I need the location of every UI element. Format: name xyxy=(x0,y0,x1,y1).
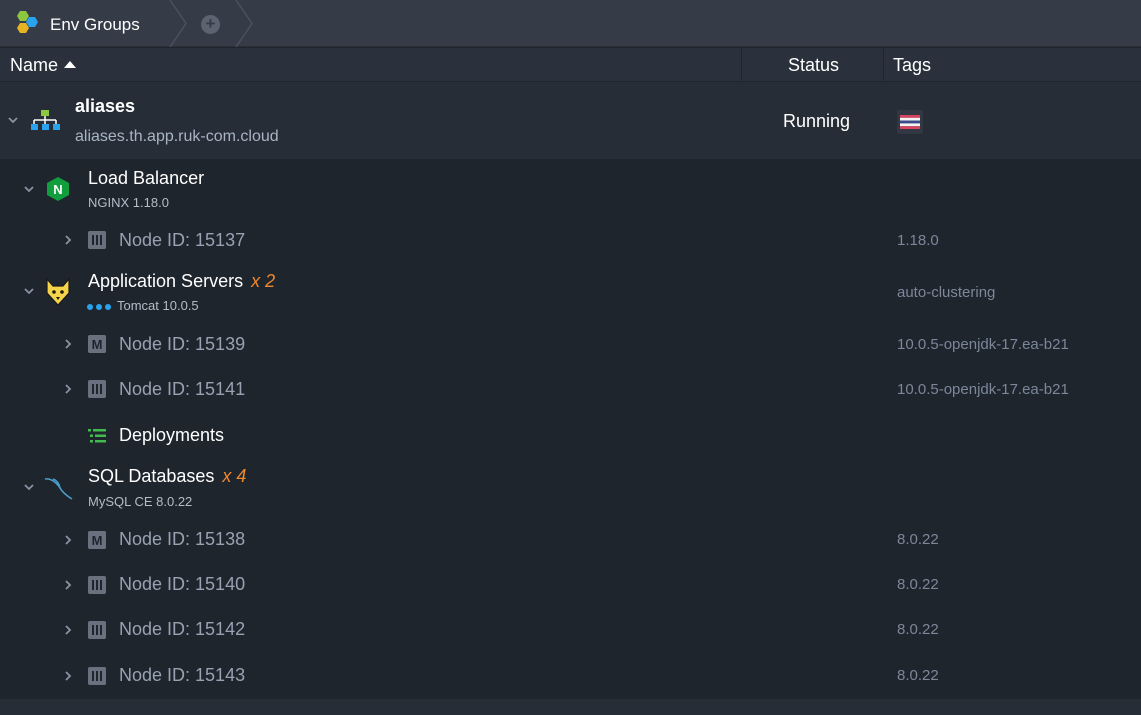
chevron-down-icon[interactable] xyxy=(24,286,34,296)
add-tab-button[interactable]: + xyxy=(201,15,220,34)
node-count: x 4 xyxy=(222,466,247,486)
node-icon xyxy=(88,576,106,594)
svg-text:N: N xyxy=(53,182,62,197)
node-id: Node ID: 15138 xyxy=(119,529,246,549)
node-row[interactable]: Node ID: 15141 10.0.5-openjdk-17.ea-b21 xyxy=(0,367,1141,413)
group-tag: auto-clustering xyxy=(897,284,996,301)
chevron-down-icon[interactable] xyxy=(24,482,34,492)
tomcat-icon xyxy=(46,277,70,306)
node-tag: 8.0.22 xyxy=(897,531,939,548)
chevron-down-icon[interactable] xyxy=(8,115,18,125)
node-id: Node ID: 15137 xyxy=(119,230,246,250)
environment-row[interactable]: aliases aliases.th.app.ruk-com.cloud Run… xyxy=(0,82,1141,159)
node-row[interactable]: M Node ID: 15139 10.0.5-openjdk-17.ea-b2… xyxy=(0,323,1141,367)
environment-name[interactable]: aliases xyxy=(75,96,135,117)
breadcrumb-title: Env Groups xyxy=(50,15,140,34)
node-row[interactable]: Node ID: 15140 8.0.22 xyxy=(0,563,1141,609)
chevron-right-icon[interactable] xyxy=(63,339,73,349)
node-tag: 10.0.5-openjdk-17.ea-b21 xyxy=(897,381,1069,398)
column-divider[interactable] xyxy=(883,48,884,82)
nginx-icon: N xyxy=(47,177,69,201)
environment-domain[interactable]: aliases.th.app.ruk-com.cloud xyxy=(75,128,279,146)
node-id: Node ID: 15142 xyxy=(119,619,246,639)
node-icon xyxy=(88,621,106,639)
group-name: Application Servers x 2 xyxy=(88,271,276,291)
node-id: Node ID: 15140 xyxy=(119,574,246,594)
group-version: NGINX 1.18.0 xyxy=(88,195,169,210)
status-badge: Running xyxy=(783,111,851,131)
chevron-right-icon[interactable] xyxy=(63,235,73,245)
plus-circle-icon: + xyxy=(205,14,216,33)
group-version: MySQL CE 8.0.22 xyxy=(88,494,193,509)
node-id: Node ID: 15139 xyxy=(119,334,246,354)
column-tags[interactable]: Tags xyxy=(893,48,931,82)
env-groups-logo-icon xyxy=(17,11,38,33)
node-row[interactable]: Node ID: 15143 8.0.22 xyxy=(0,653,1141,699)
deployments-row[interactable]: Deployments xyxy=(0,413,1141,457)
column-status[interactable]: Status xyxy=(788,48,839,82)
mysql-dolphin-icon xyxy=(44,478,73,500)
node-tag: 8.0.22 xyxy=(897,621,939,638)
breadcrumb-separator xyxy=(169,0,187,47)
group-name: Load Balancer xyxy=(88,168,205,188)
deployments-label: Deployments xyxy=(119,425,225,445)
environment-topology-icon xyxy=(31,110,60,130)
node-count: x 2 xyxy=(251,271,276,291)
node-tag: 8.0.22 xyxy=(897,576,939,593)
master-node-icon: M xyxy=(88,531,106,549)
group-application-servers[interactable]: Application Servers x 2 Tomcat 10.0.5 aut… xyxy=(0,261,1141,323)
column-header: Name Status Tags xyxy=(0,48,1141,82)
svg-text:M: M xyxy=(92,337,103,352)
bottom-strip xyxy=(0,699,1141,715)
column-divider[interactable] xyxy=(741,48,742,82)
chevron-right-icon[interactable] xyxy=(63,384,73,394)
master-node-icon: M xyxy=(88,335,106,353)
column-name[interactable]: Name xyxy=(10,48,77,82)
group-version: Tomcat 10.0.5 xyxy=(117,298,199,313)
group-sql-databases[interactable]: SQL Databases x 4 MySQL CE 8.0.22 xyxy=(0,457,1141,519)
node-row[interactable]: Node ID: 15137 1.18.0 xyxy=(0,221,1141,261)
chevron-right-icon[interactable] xyxy=(63,625,73,635)
node-icon xyxy=(88,667,106,685)
chevron-right-icon[interactable] xyxy=(63,580,73,590)
svg-text:M: M xyxy=(92,533,103,548)
node-tag: 8.0.22 xyxy=(897,667,939,684)
chevron-right-icon[interactable] xyxy=(63,535,73,545)
chevron-down-icon[interactable] xyxy=(24,184,34,194)
chevron-right-icon[interactable] xyxy=(63,671,73,681)
cluster-dots-icon xyxy=(87,304,111,310)
node-id: Node ID: 15141 xyxy=(119,379,246,399)
tag-flag-icon[interactable] xyxy=(897,110,923,134)
group-name: SQL Databases x 4 xyxy=(88,466,247,486)
sort-ascending-icon xyxy=(64,61,77,68)
node-icon xyxy=(88,231,106,249)
node-tag: 10.0.5-openjdk-17.ea-b21 xyxy=(897,336,1069,353)
node-row[interactable]: M Node ID: 15138 8.0.22 xyxy=(0,519,1141,563)
node-row[interactable]: Node ID: 15142 8.0.22 xyxy=(0,609,1141,653)
breadcrumb-separator-end xyxy=(235,0,253,47)
deployments-list-icon xyxy=(88,429,106,443)
node-icon xyxy=(88,380,106,398)
group-load-balancer[interactable]: N Load Balancer NGINX 1.18.0 xyxy=(0,159,1141,221)
breadcrumb-bar: Env Groups + xyxy=(0,0,1141,47)
node-tag: 1.18.0 xyxy=(897,232,939,249)
node-id: Node ID: 15143 xyxy=(119,665,246,685)
